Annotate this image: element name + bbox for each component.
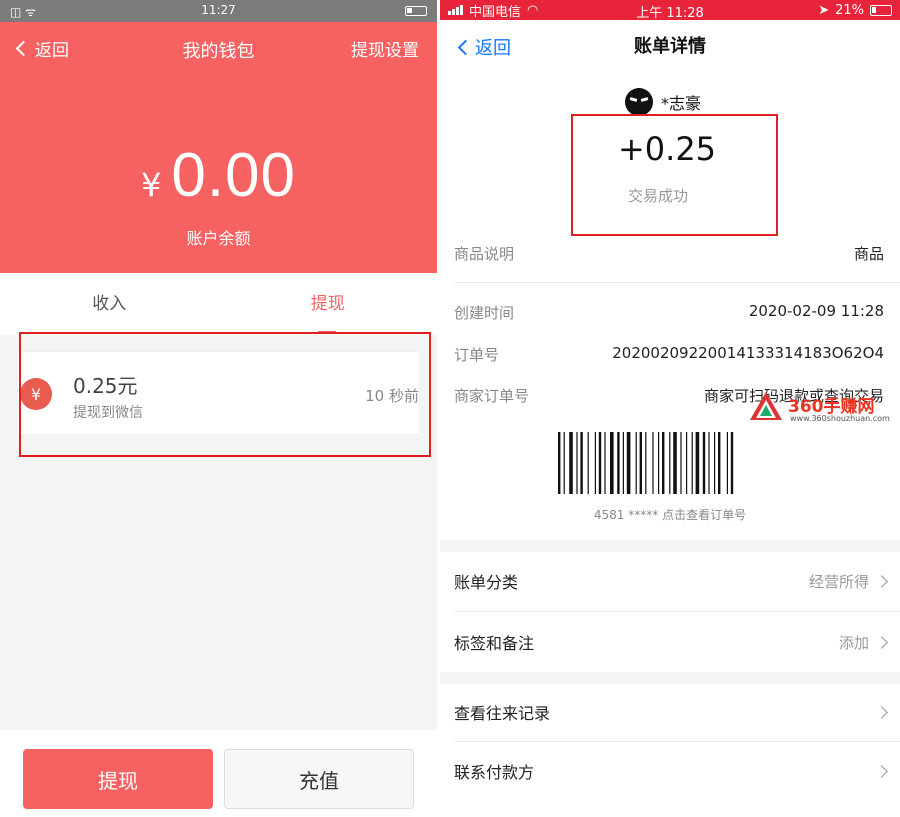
withdraw-button[interactable]: 提现: [23, 749, 213, 809]
watermark-logo-icon: [750, 392, 782, 420]
watermark-url: www.360shouzhuan.com: [790, 414, 890, 423]
detail-row: 订单号 20200209220014133314183O62O4: [454, 344, 884, 364]
tab-income[interactable]: 收入: [0, 273, 219, 335]
page-title: 我的钱包: [182, 41, 255, 62]
detail-row: 商品说明 商品: [454, 245, 884, 263]
detail-row: 创建时间 2020-02-09 11:28: [454, 302, 884, 322]
chevron-right-icon: [875, 705, 888, 719]
chevron-right-icon: [875, 764, 888, 778]
battery-percent: 21%: [835, 2, 864, 18]
back-button[interactable]: 返回: [15, 36, 69, 61]
topup-button[interactable]: 充值: [224, 749, 414, 809]
location-icon: ➤: [818, 2, 830, 18]
chevron-left-icon: [457, 39, 474, 55]
battery-icon: [405, 6, 427, 16]
wallet-header: 返回 提现设置 我的钱包 ¥ 0.00 账户余额: [0, 22, 437, 273]
tab-bar: 收入 提现: [0, 273, 437, 335]
tab-withdraw[interactable]: 提现: [219, 273, 438, 335]
nav-bar: 返回 账单详情: [440, 20, 900, 70]
currency-symbol: ¥: [140, 166, 162, 204]
wallet-screen: ◫ ᯤ 11:27 返回 提现设置 我的钱包 ¥ 0.00 账户余额 收入 提现…: [0, 0, 437, 817]
back-label: 返回: [475, 38, 511, 59]
payer: *志豪: [625, 88, 701, 116]
status-bar: 中国电信 ◠ 上午 11:28 ➤ 21%: [440, 0, 900, 21]
highlight-box: [19, 332, 431, 457]
highlight-box: [571, 114, 778, 236]
order-barcode[interactable]: [558, 432, 778, 494]
back-label: 返回: [35, 40, 69, 61]
barcode-caption[interactable]: 4581 ***** 点击查看订单号: [440, 506, 900, 523]
withdraw-settings-link[interactable]: 提现设置: [351, 36, 419, 61]
balance-label: 账户余额: [186, 229, 251, 248]
balance-display: ¥ 0.00: [0, 140, 437, 211]
signal-icon: [448, 5, 463, 15]
chevron-left-icon: [15, 40, 32, 56]
battery-icon: [870, 4, 892, 16]
list-item-contact-payer[interactable]: 联系付款方: [454, 742, 888, 800]
list-item-bill-category[interactable]: 账单分类 经营所得: [454, 552, 888, 610]
status-bar: ◫ ᯤ 11:27: [0, 0, 437, 22]
balance-amount: 0.00: [171, 141, 297, 210]
chevron-right-icon: [875, 574, 888, 588]
bill-detail-screen: 中国电信 ◠ 上午 11:28 ➤ 21% 返回 账单详情 *志豪 +0.25 …: [440, 0, 900, 817]
status-time: 11:27: [201, 3, 236, 17]
back-button[interactable]: 返回: [457, 34, 511, 60]
chevron-right-icon: [875, 635, 888, 649]
list-item-tags-notes[interactable]: 标签和备注 添加: [454, 613, 888, 671]
payer-name: *志豪: [661, 94, 702, 113]
list-item-history[interactable]: 查看往来记录: [454, 683, 888, 741]
carrier-name: 中国电信: [469, 4, 522, 20]
watermark: 360手赚网 www.360shouzhuan.com: [748, 388, 898, 428]
avatar: [625, 88, 653, 116]
wifi-icon: ◠: [527, 2, 539, 18]
bottom-bar: 提现 充值: [0, 730, 437, 817]
